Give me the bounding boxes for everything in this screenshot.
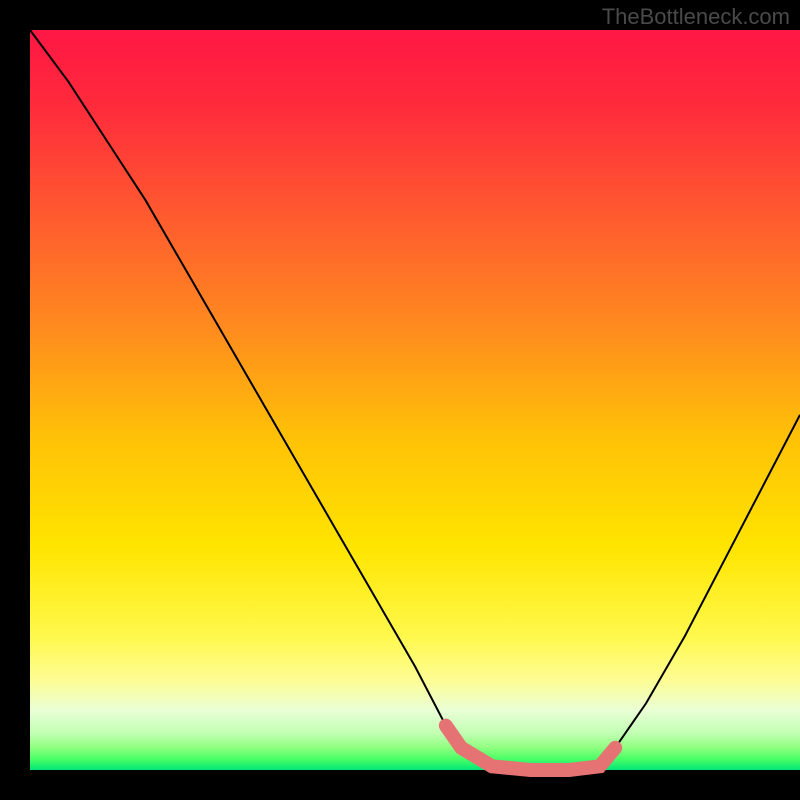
plot-background	[30, 30, 800, 770]
chart-container: TheBottleneck.com	[0, 0, 800, 800]
bottleneck-chart	[0, 0, 800, 800]
watermark-text: TheBottleneck.com	[602, 4, 790, 30]
